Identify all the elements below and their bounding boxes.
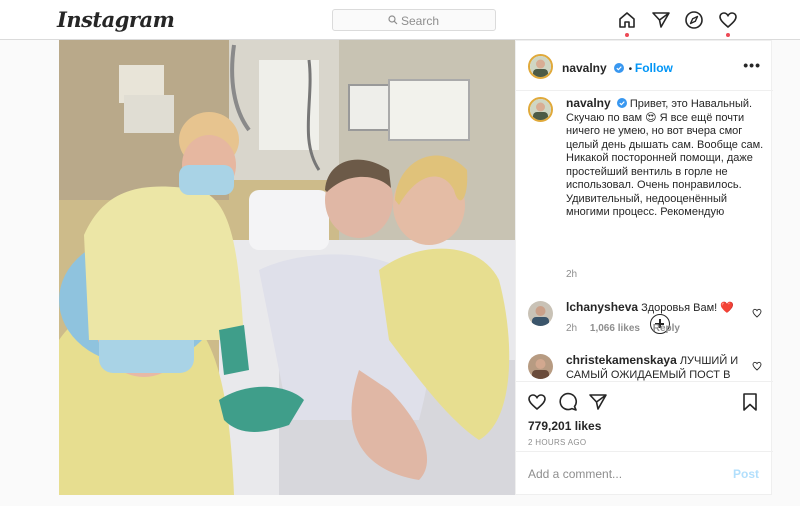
caption-body: Привет, это Навальный. Скучаю по вам 😍 Я…: [566, 98, 764, 218]
commenter-avatar[interactable]: [528, 354, 553, 379]
verified-badge-icon: [616, 98, 627, 108]
post-timestamp[interactable]: 2 HOURS AGO: [528, 438, 586, 447]
commenter-avatar-image: [528, 301, 553, 326]
more-options-icon[interactable]: •••: [743, 57, 761, 73]
instagram-logo[interactable]: Instagram: [57, 7, 175, 32]
comment-age: 2h: [566, 323, 578, 334]
save-icon[interactable]: [740, 392, 760, 412]
comment-body: Здоровья Вам! ❤️: [641, 302, 734, 314]
post-header: navalny • Follow •••: [516, 41, 773, 91]
home-notification-dot: [625, 33, 629, 37]
top-navigation-bar: Instagram Search: [0, 0, 800, 40]
post-details-panel: navalny • Follow ••• navalny Привет, это…: [515, 40, 773, 496]
comment-text: christekamenskaya ЛУЧШИЙ И САМЫЙ ОЖИДАЕМ…: [566, 354, 741, 382]
commenter-avatar-image: [528, 354, 553, 379]
verified-badge-icon: [614, 63, 625, 73]
activity-heart-icon[interactable]: [718, 10, 738, 30]
likes-count[interactable]: 779,201 likes: [528, 419, 601, 433]
home-icon[interactable]: [617, 10, 637, 30]
comment-like-heart-icon[interactable]: [752, 308, 762, 318]
comment-username[interactable]: lchanysheva: [566, 300, 638, 314]
comment-reply-button[interactable]: Reply: [653, 323, 680, 334]
caption-avatar-image: [530, 99, 551, 120]
caption-username[interactable]: navalny: [566, 96, 611, 110]
comment-like-heart-icon[interactable]: [752, 361, 762, 371]
post-comment-button[interactable]: Post: [733, 467, 759, 481]
author-avatar[interactable]: [528, 54, 553, 79]
comment-item: christekamenskaya ЛУЧШИЙ И САМЫЙ ОЖИДАЕМ…: [528, 354, 764, 382]
add-comment-input[interactable]: Add a comment...: [528, 467, 622, 481]
direct-icon[interactable]: [651, 10, 671, 30]
comment-item: lchanysheva Здоровья Вам! ❤️ 2h 1,066 li…: [528, 300, 764, 341]
author-line: navalny • Follow: [562, 59, 673, 77]
post-photo-illustration: [59, 40, 515, 495]
like-icon[interactable]: [527, 392, 547, 412]
explore-icon[interactable]: [684, 10, 704, 30]
comment-meta: 2h 1,066 likes Reply: [566, 323, 680, 334]
post-actions: 779,201 likes 2 HOURS AGO: [516, 381, 773, 451]
caption-avatar[interactable]: [528, 97, 553, 122]
caption-text: navalny Привет, это Навальный. Скучаю по…: [566, 96, 772, 220]
author-username[interactable]: navalny: [562, 61, 607, 75]
search-icon: [388, 15, 398, 25]
comment-icon[interactable]: [558, 392, 578, 412]
activity-notification-dot: [726, 33, 730, 37]
add-comment-bar: Add a comment... Post: [516, 451, 773, 496]
follow-button[interactable]: Follow: [635, 61, 673, 75]
commenter-avatar[interactable]: [528, 301, 553, 326]
comment-text: lchanysheva Здоровья Вам! ❤️: [566, 300, 741, 316]
comment-username[interactable]: christekamenskaya: [566, 354, 677, 367]
share-icon[interactable]: [588, 392, 608, 412]
author-avatar-image: [530, 56, 551, 77]
search-input[interactable]: Search: [332, 9, 496, 31]
caption-age: 2h: [566, 269, 578, 280]
search-placeholder: Search: [401, 14, 440, 28]
post-image[interactable]: [59, 40, 515, 495]
comment-likes[interactable]: 1,066 likes: [590, 323, 640, 334]
